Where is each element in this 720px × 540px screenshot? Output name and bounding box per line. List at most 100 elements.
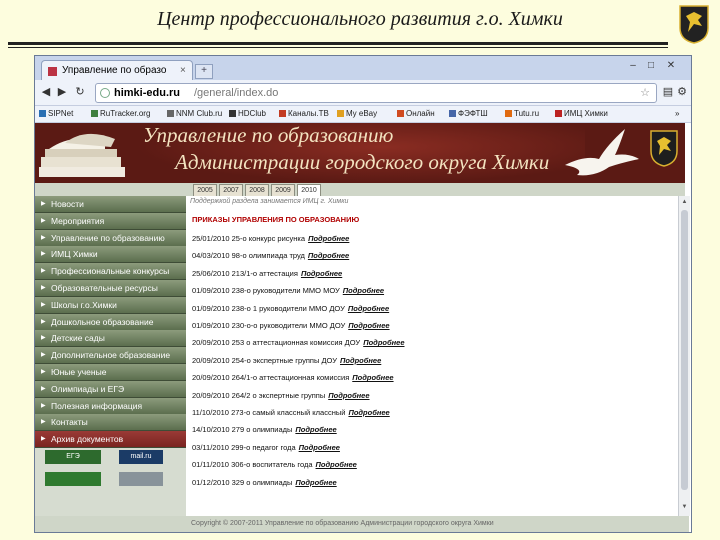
bookmark-item[interactable]: RuTracker.org [91,106,150,122]
sidebar-item[interactable]: ▶ Детские сады [35,330,186,348]
mail-ru-banner[interactable]: mail.ru [119,450,163,464]
bookmark-item[interactable]: My eBay [337,106,377,122]
rating-banner[interactable] [119,472,163,486]
scroll-up-icon[interactable]: ▲ [680,198,689,207]
site-banner: Управление по образованию Администрации … [35,123,685,183]
bookmark-item[interactable]: ИМЦ Химки [555,106,608,122]
vertical-scrollbar[interactable]: ▲ ▼ [678,196,690,516]
bookmark-favicon-icon [91,110,98,117]
more-link[interactable]: Подробнее [295,425,336,434]
sidebar-item[interactable]: ▶ Полезная информация [35,397,186,415]
more-link[interactable]: Подробнее [308,234,349,243]
wrench-icon[interactable]: ⚙ [675,85,689,99]
arrow-right-icon: ▶ [41,234,46,241]
sidebar-item-label: Мероприятия [51,215,105,226]
bookmark-favicon-icon [229,110,236,117]
more-link[interactable]: Подробнее [299,443,340,452]
order-text: 20/09/2010 253 о аттестационная комиссия… [192,338,361,348]
sidebar-item[interactable]: ▶ Дошкольное образование [35,313,186,331]
sidebar-item[interactable]: ▶ Управление по образованию [35,229,186,247]
coat-of-arms-icon [679,5,709,44]
order-text: 11/10/2010 273-о самый классный классный [192,408,346,417]
bookmark-favicon-icon [449,110,456,117]
sidebar-item-label: Профессиональные конкурсы [51,266,170,277]
maximize-button[interactable]: □ [643,60,659,71]
browser-tab[interactable]: Управление по образо × [41,60,193,81]
sidebar-item[interactable]: ▶ Образовательные ресурсы [35,280,186,297]
sidebar-item-label: Образовательные ресурсы [51,283,158,293]
content-area: Поддержкой раздела занимается ИМЦ г. Хим… [186,196,678,516]
order-text: 20/09/2010 254-о экспертные группы ДОУ [192,355,337,365]
more-link[interactable]: Подробнее [295,478,336,487]
arrow-right-icon: ▶ [41,402,46,409]
bookmarks-overflow-icon[interactable]: » [675,106,679,122]
order-text: 25/01/2010 25-о конкурс рисунка [192,234,306,243]
section-note: Поддержкой раздела занимается ИМЦ г. Хим… [190,198,349,205]
arrow-right-icon: ▶ [41,419,46,426]
bookmark-star-icon[interactable]: ☆ [640,84,650,102]
counter-banner[interactable] [45,472,101,486]
browser-window: Управление по образо × + – □ ✕ ◀ ▶ ↻ him… [34,55,692,533]
back-arrow-icon[interactable]: ◀ [39,85,53,99]
ege-banner[interactable]: ЕГЭ [45,450,101,464]
tab-close-icon[interactable]: × [180,61,186,81]
more-link[interactable]: Подробнее [316,460,357,469]
page-footer: Copyright © 2007-2011 Управление по обра… [35,516,689,532]
page-menu-icon[interactable]: ▤ [661,85,675,99]
close-window-button[interactable]: ✕ [663,60,679,71]
sidebar-item[interactable]: ▶ Мероприятия [35,212,186,230]
arrow-right-icon: ▶ [41,385,46,392]
content-title: ПРИКАЗЫ УПРАВЛЕНИЯ ПО ОБРАЗОВАНИЮ [192,215,360,224]
bookmark-item[interactable]: HDClub [229,106,266,122]
bookmark-item[interactable]: Онлайн [397,106,435,122]
more-link[interactable]: Подробнее [348,408,389,417]
minimize-button[interactable]: – [625,60,641,71]
title-rule-thin [8,47,668,48]
bookmark-item[interactable]: ФЭФТШ [449,106,488,122]
more-link[interactable]: Подробнее [348,321,389,330]
order-text: 01/11/2010 306-о воспитатель года [192,460,313,470]
bookmark-item[interactable]: SIPNet [39,106,73,122]
reload-icon[interactable]: ↻ [73,85,87,99]
bookmark-favicon-icon [39,110,46,117]
more-link[interactable]: Подробнее [343,286,384,295]
sidebar-item[interactable]: ▶ Юные ученые [35,364,186,381]
bookmark-label: RuTracker.org [100,109,151,118]
more-link[interactable]: Подробнее [308,251,349,260]
sidebar-item[interactable]: ▶ Дополнительное образование [35,347,186,365]
bookmark-item[interactable]: Каналы.ТВ [279,106,329,122]
emblem-icon [650,130,678,167]
sidebar-item[interactable]: ▶ Олимпиады и ЕГЭ [35,380,186,398]
more-link[interactable]: Подробнее [352,373,393,382]
arrow-right-icon: ▶ [41,285,46,291]
order-text: 25/06/2010 213/1-о аттестация [192,268,298,278]
bookmark-label: My eBay [346,109,378,118]
more-link[interactable]: Подробнее [363,338,404,347]
new-tab-button[interactable]: + [195,64,213,79]
sidebar-item[interactable]: ▶ Контакты [35,414,186,432]
sidebar-item[interactable]: ▶ Архив документов [35,431,186,449]
more-link[interactable]: Подробнее [328,391,369,400]
sidebar-item[interactable]: ▶ Новости [35,196,186,213]
more-link[interactable]: Подробнее [301,269,342,278]
more-link[interactable]: Подробнее [340,356,381,365]
more-link[interactable]: Подробнее [348,304,389,313]
forward-arrow-icon[interactable]: ▶ [55,85,69,99]
bookmark-label: SIPNet [48,109,74,118]
bookmark-item[interactable]: NNM Club.ru [167,106,222,122]
banner-line-2: Администрации городского округа Химки [175,150,550,174]
sidebar-menu: ЕГЭ mail.ru ▶ Новости ▶ Мероприятия ▶ Управле… [35,196,186,516]
order-row: 14/10/2010 279 о олимпиады Подробнее [192,425,337,434]
sidebar-item[interactable]: ▶ Профессиональные конкурсы [35,263,186,281]
sidebar-item[interactable]: ▶ ИМЦ Химки [35,246,186,264]
order-row: 01/09/2010 238-о руководители ММО МОУ Под… [192,286,384,295]
order-text: 20/09/2010 264/1-о аттестационная комисс… [192,373,350,383]
bookmark-label: Tutu.ru [514,109,540,118]
address-bar[interactable]: himki-edu.ru /general/index.do ☆ [95,83,657,103]
bookmark-item[interactable]: Tutu.ru [505,106,539,122]
arrow-right-icon: ▶ [41,335,46,342]
scroll-down-icon[interactable]: ▼ [680,503,689,512]
order-row: 20/09/2010 253 о аттестационная комиссия… [192,338,405,347]
scroll-thumb[interactable] [681,210,688,490]
sidebar-item[interactable]: ▶ Школы г.о.Химки [35,296,186,314]
